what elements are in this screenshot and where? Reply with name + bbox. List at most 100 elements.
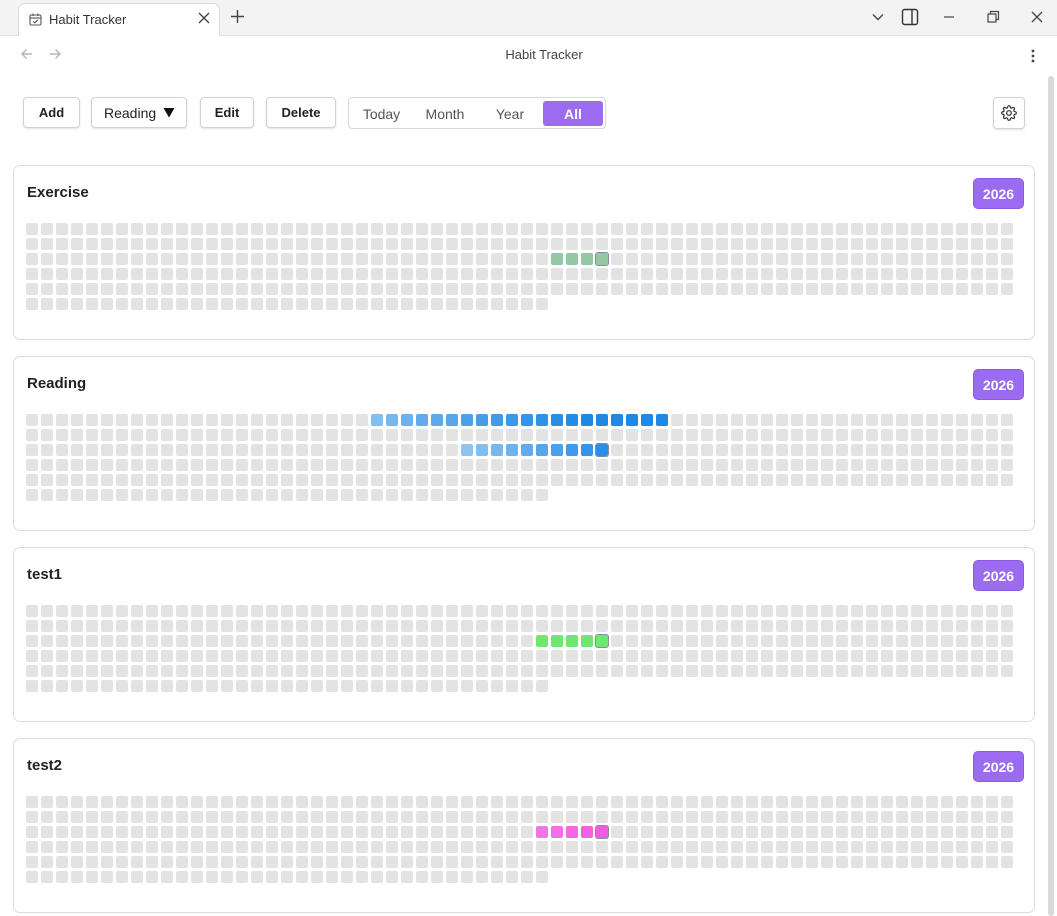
day-cell[interactable] [116, 796, 128, 808]
day-cell[interactable] [341, 444, 353, 456]
day-cell[interactable] [26, 459, 38, 471]
day-cell[interactable] [731, 605, 743, 617]
day-cell[interactable] [566, 238, 578, 250]
day-cell[interactable] [851, 665, 863, 677]
day-cell[interactable] [311, 665, 323, 677]
day-cell[interactable] [851, 605, 863, 617]
day-cell[interactable] [386, 459, 398, 471]
day-cell[interactable] [326, 605, 338, 617]
day-cell[interactable] [416, 871, 428, 883]
day-cell[interactable] [791, 665, 803, 677]
day-cell[interactable] [506, 665, 518, 677]
day-cell[interactable] [836, 650, 848, 662]
day-cell[interactable] [161, 796, 173, 808]
day-cell[interactable] [521, 459, 533, 471]
day-cell[interactable] [86, 298, 98, 310]
day-cell[interactable] [416, 856, 428, 868]
day-cell[interactable] [416, 796, 428, 808]
day-cell[interactable] [551, 414, 563, 426]
day-cell[interactable] [161, 268, 173, 280]
day-cell[interactable] [731, 796, 743, 808]
day-cell[interactable] [896, 796, 908, 808]
day-cell[interactable] [161, 444, 173, 456]
day-cell[interactable] [986, 620, 998, 632]
day-cell[interactable] [161, 414, 173, 426]
day-cell[interactable] [341, 650, 353, 662]
day-cell[interactable] [221, 414, 233, 426]
day-cell[interactable] [386, 841, 398, 853]
day-cell[interactable] [566, 268, 578, 280]
day-cell[interactable] [596, 811, 608, 823]
day-cell[interactable] [296, 474, 308, 486]
day-cell[interactable] [41, 796, 53, 808]
day-cell[interactable] [26, 268, 38, 280]
day-cell[interactable] [596, 841, 608, 853]
day-cell[interactable] [116, 459, 128, 471]
day-cell[interactable] [971, 444, 983, 456]
day-cell[interactable] [866, 459, 878, 471]
day-cell[interactable] [491, 489, 503, 501]
day-cell[interactable] [356, 223, 368, 235]
day-cell[interactable] [566, 841, 578, 853]
day-cell[interactable] [356, 811, 368, 823]
day-cell[interactable] [56, 605, 68, 617]
day-cell[interactable] [836, 841, 848, 853]
day-cell[interactable] [941, 856, 953, 868]
day-cell[interactable] [926, 444, 938, 456]
day-cell[interactable] [431, 298, 443, 310]
year-badge[interactable]: 2026 [974, 370, 1023, 399]
day-cell[interactable] [476, 665, 488, 677]
day-cell[interactable] [401, 283, 413, 295]
day-cell[interactable] [536, 665, 548, 677]
day-cell[interactable] [326, 826, 338, 838]
day-cell[interactable] [881, 811, 893, 823]
day-cell[interactable] [776, 253, 788, 265]
day-cell[interactable] [506, 474, 518, 486]
day-cell[interactable] [611, 238, 623, 250]
day-cell[interactable] [461, 283, 473, 295]
day-cell[interactable] [41, 650, 53, 662]
day-cell[interactable] [941, 635, 953, 647]
day-cell[interactable] [101, 605, 113, 617]
day-cell[interactable] [701, 474, 713, 486]
day-cell[interactable] [716, 459, 728, 471]
day-cell[interactable] [191, 253, 203, 265]
day-cell[interactable] [986, 826, 998, 838]
day-cell[interactable] [446, 283, 458, 295]
day-cell[interactable] [911, 429, 923, 441]
day-cell[interactable] [761, 856, 773, 868]
day-cell[interactable] [686, 620, 698, 632]
day-cell[interactable] [146, 605, 158, 617]
day-cell[interactable] [536, 811, 548, 823]
day-cell[interactable] [56, 414, 68, 426]
day-cell[interactable] [41, 665, 53, 677]
day-cell[interactable] [176, 223, 188, 235]
day-cell[interactable] [356, 459, 368, 471]
day-cell[interactable] [851, 429, 863, 441]
day-cell[interactable] [746, 283, 758, 295]
day-cell[interactable] [971, 605, 983, 617]
day-cell[interactable] [731, 223, 743, 235]
day-cell[interactable] [461, 826, 473, 838]
day-cell[interactable] [581, 796, 593, 808]
day-cell[interactable] [401, 856, 413, 868]
day-cell[interactable] [476, 444, 488, 456]
day-cell[interactable] [41, 253, 53, 265]
day-cell[interactable] [536, 268, 548, 280]
day-cell[interactable] [611, 826, 623, 838]
day-cell[interactable] [506, 253, 518, 265]
day-cell[interactable] [71, 620, 83, 632]
day-cell[interactable] [596, 635, 608, 647]
day-cell[interactable] [191, 605, 203, 617]
day-cell[interactable] [206, 238, 218, 250]
day-cell[interactable] [686, 253, 698, 265]
day-cell[interactable] [401, 223, 413, 235]
day-cell[interactable] [341, 665, 353, 677]
day-cell[interactable] [926, 665, 938, 677]
day-cell[interactable] [641, 826, 653, 838]
day-cell[interactable] [341, 489, 353, 501]
day-cell[interactable] [701, 414, 713, 426]
day-cell[interactable] [161, 635, 173, 647]
day-cell[interactable] [671, 605, 683, 617]
day-cell[interactable] [566, 223, 578, 235]
